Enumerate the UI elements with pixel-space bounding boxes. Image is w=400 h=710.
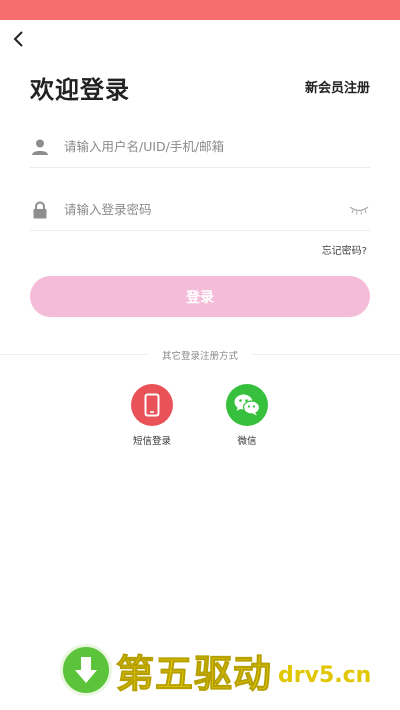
back-button[interactable] <box>8 28 30 50</box>
register-link[interactable]: 新会员注册 <box>305 77 370 96</box>
chevron-left-icon <box>13 31 23 47</box>
eye-closed-icon[interactable] <box>348 203 370 217</box>
watermark-brand: 第五驱动 <box>115 651 273 696</box>
wechat-icon <box>226 384 268 426</box>
status-bar <box>0 0 400 20</box>
sms-login-label: 短信登录 <box>132 436 171 447</box>
phone-icon <box>131 384 173 426</box>
wechat-login-label: 微信 <box>237 436 257 447</box>
page-title: 欢迎登录 <box>30 76 130 104</box>
wechat-login-button[interactable]: 微信 <box>207 384 287 447</box>
username-field <box>30 126 370 168</box>
sms-login-button[interactable]: 短信登录 <box>112 384 192 447</box>
divider-right <box>252 354 400 355</box>
forgot-password-link[interactable]: 忘记密码? <box>322 242 367 257</box>
download-arrow-icon <box>60 644 112 696</box>
watermark: 第五驱动 drv5.cn <box>60 642 371 698</box>
password-field <box>30 189 370 231</box>
user-icon <box>30 137 50 157</box>
other-login-label: 其它登录注册方式 <box>161 351 238 362</box>
lock-icon <box>30 200 50 220</box>
login-button[interactable]: 登录 <box>30 276 370 317</box>
password-input[interactable] <box>64 202 348 217</box>
username-input[interactable] <box>64 139 370 154</box>
watermark-url: drv5.cn <box>278 662 372 688</box>
